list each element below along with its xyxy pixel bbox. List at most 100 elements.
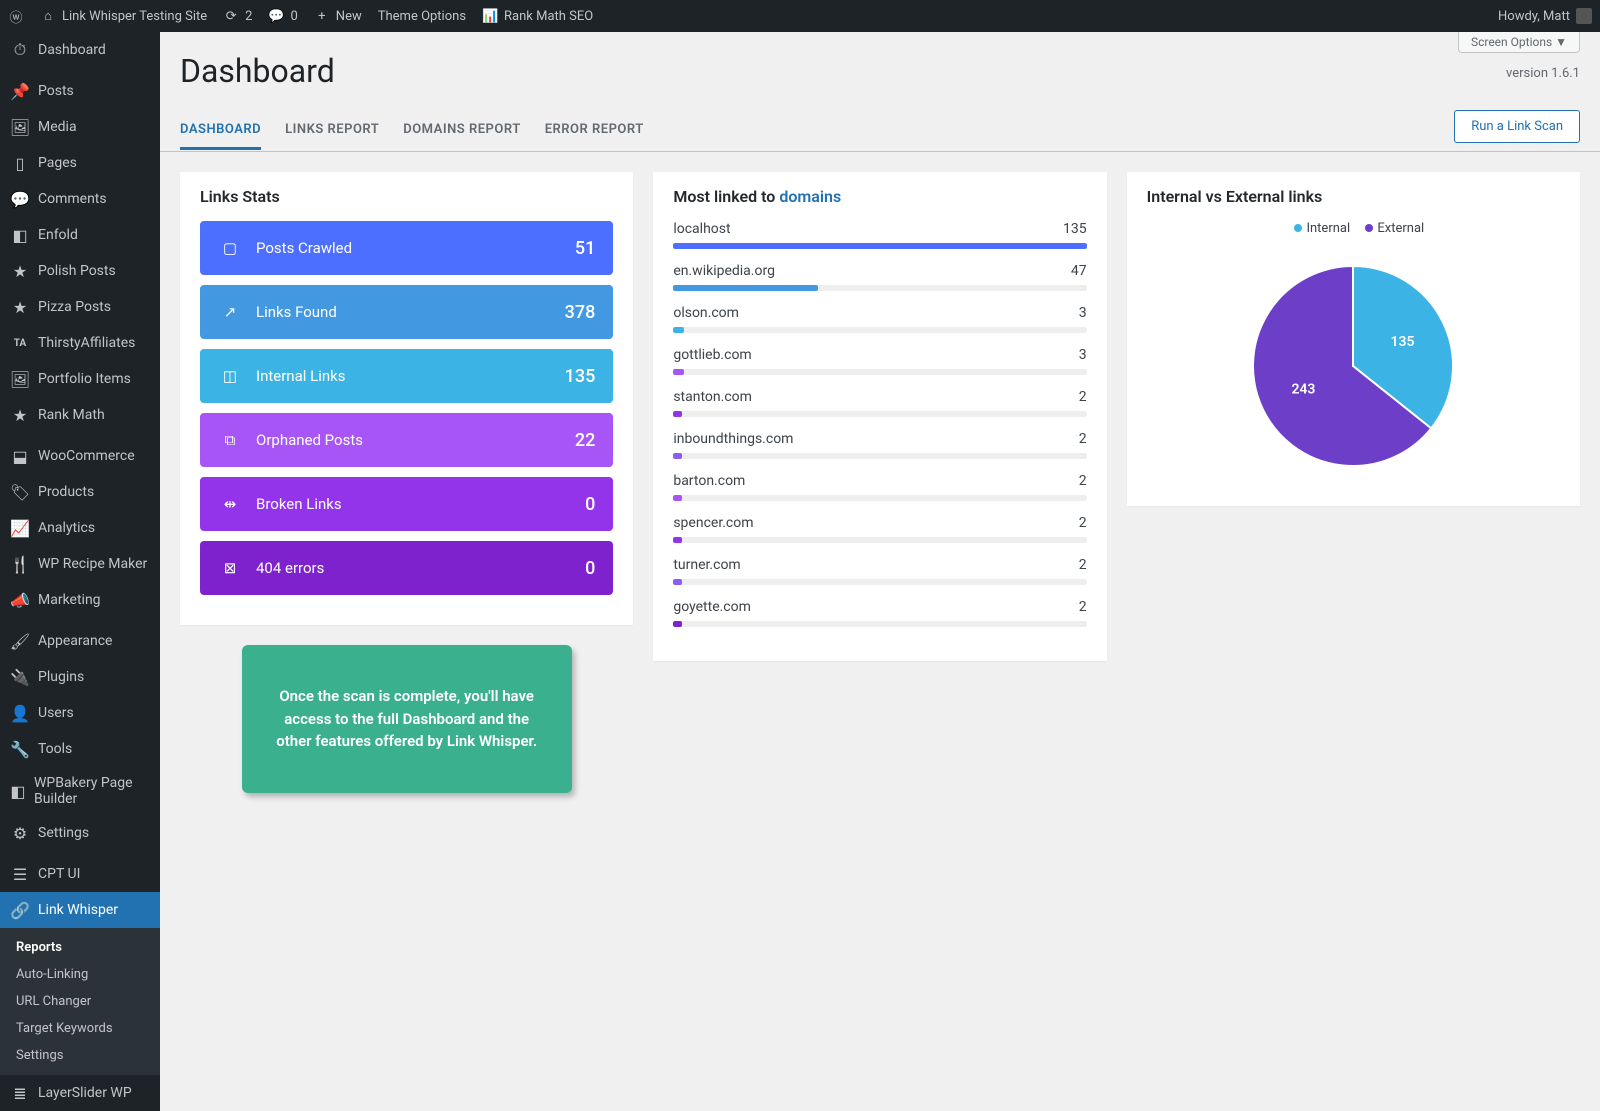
domain-row[interactable]: turner.com2 (673, 557, 1086, 585)
enfold-icon: ◧ (10, 225, 30, 245)
gear-icon: ⚙ (10, 823, 30, 843)
domain-row[interactable]: barton.com2 (673, 473, 1086, 501)
new-link[interactable]: +New (314, 8, 362, 24)
pie-chart-card: Internal vs External links Internal Exte… (1127, 172, 1580, 506)
domain-bar (673, 411, 1086, 417)
brush-icon: 🖌 (10, 631, 30, 651)
sidebar-item-pages[interactable]: ▯Pages (0, 145, 160, 181)
submenu-settings[interactable]: Settings (0, 1042, 160, 1069)
rank-math-link[interactable]: 📊Rank Math SEO (482, 8, 593, 24)
domain-row[interactable]: inboundthings.com2 (673, 431, 1086, 459)
domains-title: Most linked to domains (653, 172, 1106, 221)
domain-name: olson.com (673, 305, 739, 321)
cpt-icon: ☰ (10, 864, 30, 884)
nested-square-icon: ◫ (218, 364, 242, 388)
sidebar-item-rank-math[interactable]: ★Rank Math (0, 397, 160, 433)
sidebar-item-recipe[interactable]: 🍴WP Recipe Maker (0, 546, 160, 582)
sidebar-item-media[interactable]: 🖼Media (0, 109, 160, 145)
version-text: version 1.6.1 (1506, 66, 1580, 81)
sidebar-item-layerslider[interactable]: ≣LayerSlider WP (0, 1075, 160, 1111)
legend-dot-internal (1294, 224, 1302, 232)
domain-value: 2 (1079, 389, 1087, 405)
domain-row[interactable]: stanton.com2 (673, 389, 1086, 417)
page-title: Dashboard (180, 52, 1580, 90)
sidebar-item-tools[interactable]: 🔧Tools (0, 731, 160, 767)
chart-icon: 📊 (482, 8, 498, 24)
sidebar-item-posts[interactable]: 📌Posts (0, 73, 160, 109)
domain-value: 2 (1079, 473, 1087, 489)
sidebar-item-analytics[interactable]: 📈Analytics (0, 510, 160, 546)
submenu-url-changer[interactable]: URL Changer (0, 988, 160, 1015)
sidebar-item-settings[interactable]: ⚙Settings (0, 815, 160, 851)
tabs: DASHBOARD LINKS REPORT DOMAINS REPORT ER… (160, 110, 1600, 152)
site-title: Link Whisper Testing Site (62, 9, 207, 24)
submenu-reports[interactable]: Reports (0, 934, 160, 961)
domain-bar (673, 495, 1086, 501)
sidebar-item-pizza-posts[interactable]: ★Pizza Posts (0, 289, 160, 325)
domain-row[interactable]: en.wikipedia.org 47 (673, 263, 1086, 291)
admin-bar: ⓦ ⌂Link Whisper Testing Site ⟳2 💬0 +New … (0, 0, 1600, 32)
comments-count: 0 (290, 9, 297, 24)
star-icon: ★ (10, 261, 30, 281)
sidebar-item-wpbakery[interactable]: ◧WPBakery Page Builder (0, 767, 160, 815)
sidebar-item-comments[interactable]: 💬Comments (0, 181, 160, 217)
tab-links-report[interactable]: LINKS REPORT (285, 112, 379, 150)
plus-icon: + (314, 8, 330, 24)
comments-link[interactable]: 💬0 (268, 8, 297, 24)
domain-row[interactable]: localhost135 (673, 221, 1086, 249)
wp-logo[interactable]: ⓦ (8, 8, 24, 24)
user-menu[interactable]: Howdy, Matt (1498, 8, 1592, 24)
admin-sidebar: ⏱Dashboard 📌Posts 🖼Media ▯Pages 💬Comment… (0, 32, 160, 1111)
megaphone-icon: 📣 (10, 590, 30, 610)
domain-row[interactable]: spencer.com2 (673, 515, 1086, 543)
domain-row[interactable]: gottlieb.com3 (673, 347, 1086, 375)
links-stats-card: Links Stats ▢Posts Crawled51 ↗Links Foun… (180, 172, 633, 625)
run-link-scan-button[interactable]: Run a Link Scan (1454, 110, 1580, 143)
tab-domains-report[interactable]: DOMAINS REPORT (403, 112, 520, 150)
link-icon: 🔗 (10, 900, 30, 920)
tab-error-report[interactable]: ERROR REPORT (545, 112, 644, 150)
sidebar-item-marketing[interactable]: 📣Marketing (0, 582, 160, 618)
sidebar-item-users[interactable]: 👤Users (0, 695, 160, 731)
comment-icon: 💬 (268, 8, 284, 24)
domain-bar (673, 369, 1086, 375)
sidebar-item-dashboard[interactable]: ⏱Dashboard (0, 32, 160, 68)
stat-posts-crawled[interactable]: ▢Posts Crawled51 (200, 221, 613, 275)
domain-value: 135 (1063, 221, 1087, 237)
pie-slice-label: 135 (1391, 334, 1415, 350)
stat-links-found[interactable]: ↗Links Found378 (200, 285, 613, 339)
domains-link[interactable]: domains (779, 187, 841, 206)
sidebar-item-appearance[interactable]: 🖌Appearance (0, 623, 160, 659)
woo-icon: ⬓ (10, 446, 30, 466)
domain-value: 2 (1079, 557, 1087, 573)
domain-value: 47 (1071, 263, 1087, 279)
sidebar-item-thirstyaffiliates[interactable]: TAThirstyAffiliates (0, 325, 160, 361)
sidebar-item-woocommerce[interactable]: ⬓WooCommerce (0, 438, 160, 474)
sidebar-item-plugins[interactable]: 🔌Plugins (0, 659, 160, 695)
submenu-auto-linking[interactable]: Auto-Linking (0, 961, 160, 988)
updates-count: 2 (245, 9, 252, 24)
submenu-target-keywords[interactable]: Target Keywords (0, 1015, 160, 1042)
sidebar-item-cpt-ui[interactable]: ☰CPT UI (0, 856, 160, 892)
stat-404-errors[interactable]: ⊠404 errors0 (200, 541, 613, 595)
domain-row[interactable]: olson.com3 (673, 305, 1086, 333)
square-icon: ▢ (218, 236, 242, 260)
domain-name: en.wikipedia.org (673, 263, 775, 279)
sidebar-item-polish-posts[interactable]: ★Polish Posts (0, 253, 160, 289)
sidebar-item-link-whisper[interactable]: 🔗Link Whisper (0, 892, 160, 928)
sidebar-item-enfold[interactable]: ◧Enfold (0, 217, 160, 253)
screen-options-toggle[interactable]: Screen Options ▼ (1458, 32, 1580, 53)
comment-icon: 💬 (10, 189, 30, 209)
tab-dashboard[interactable]: DASHBOARD (180, 112, 261, 150)
domain-value: 2 (1079, 431, 1087, 447)
updates-link[interactable]: ⟳2 (223, 8, 252, 24)
domain-row[interactable]: goyette.com2 (673, 599, 1086, 627)
site-link[interactable]: ⌂Link Whisper Testing Site (40, 8, 207, 24)
stat-internal-links[interactable]: ◫Internal Links135 (200, 349, 613, 403)
domain-bar (673, 285, 1086, 291)
sidebar-item-products[interactable]: 🏷Products (0, 474, 160, 510)
stat-orphaned-posts[interactable]: ⧉Orphaned Posts22 (200, 413, 613, 467)
stat-broken-links[interactable]: ⇹Broken Links0 (200, 477, 613, 531)
theme-options-link[interactable]: Theme Options (378, 9, 466, 24)
sidebar-item-portfolio[interactable]: 🖼Portfolio Items (0, 361, 160, 397)
